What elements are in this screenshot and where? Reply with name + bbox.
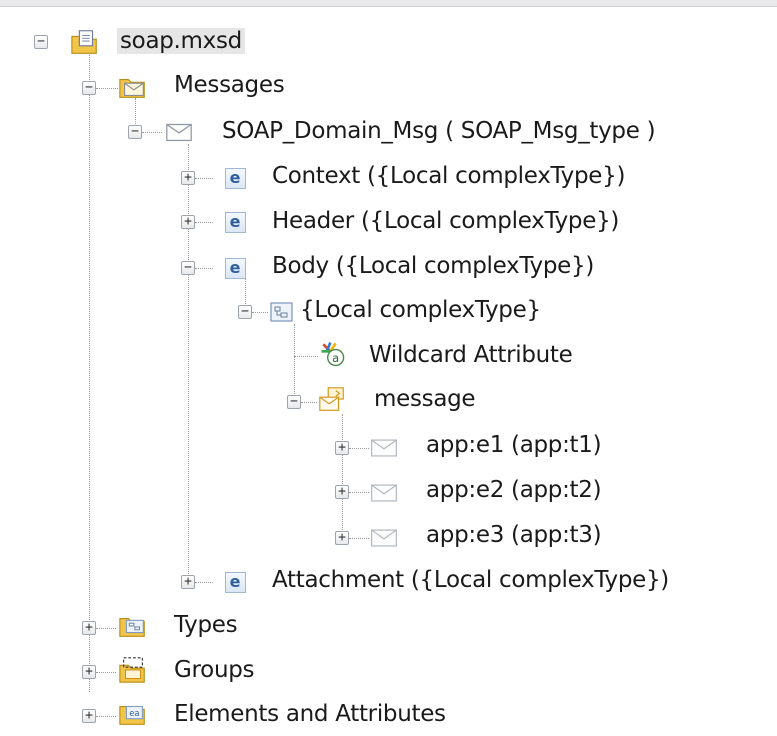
element-e-icon: e [220,164,250,192]
schema-tree-view: − soap.mxsd − Messages − SOAP_Domain_Msg… [0,0,777,736]
tree-connector [195,178,213,179]
tree-connector [96,716,116,717]
element-e-icon: e [220,254,250,282]
tree-item-label-e2[interactable]: app:e2 (app:t2) [426,477,602,503]
tree-item-label-e3[interactable]: app:e3 (app:t3) [426,522,602,548]
expand-toggle-attachment[interactable]: + [181,575,195,589]
tree-item-label-root[interactable]: soap.mxsd [117,28,245,54]
expand-toggle-e3[interactable]: + [335,531,349,545]
expand-toggle-groups[interactable]: + [82,665,96,679]
tree-item-label-local-type[interactable]: {Local complexType} [300,297,541,323]
tree-item-label-e1[interactable]: app:e1 (app:t1) [426,432,602,458]
svg-text:ea: ea [129,708,139,718]
element-e-icon: e [220,568,250,596]
tree-connector [96,672,116,673]
element-letter: e [224,211,246,233]
tree-item-label-body[interactable]: Body ({Local complexType}) [272,253,594,279]
expand-toggle-types[interactable]: + [82,621,96,635]
tree-connector [96,88,118,89]
schema-file-icon [70,28,100,56]
collapse-toggle-message[interactable]: − [287,395,301,409]
message-envelope-icon [164,118,194,146]
element-letter: e [224,167,246,189]
tree-connector [195,582,213,583]
collapse-toggle-messages[interactable]: − [82,81,96,95]
envelope-icon [369,434,399,462]
envelope-icon [369,524,399,552]
tree-item-label-message[interactable]: message [374,386,476,412]
tree-item-label-soap-msg[interactable]: SOAP_Domain_Msg ( SOAP_Msg_type ) [222,118,656,144]
tree-item-label-messages[interactable]: Messages [174,72,285,98]
tree-item-label-wildcard[interactable]: Wildcard Attribute [369,342,573,368]
tree-connector [349,538,369,539]
tree-connector [188,144,189,584]
tree-connector [89,52,90,692]
tree-connector [195,268,213,269]
tree-item-label-header[interactable]: Header ({Local complexType}) [272,208,619,234]
tree-item-label-context[interactable]: Context ({Local complexType}) [272,163,625,189]
tree-connector [349,492,369,493]
tree-connector [349,448,369,449]
complex-type-icon [266,298,296,326]
tree-item-label-types[interactable]: Types [174,612,238,638]
svg-text:a: a [332,351,339,365]
tree-connector [96,628,116,629]
tree-item-label-elements[interactable]: Elements and Attributes [174,701,446,727]
element-e-icon: e [220,208,250,236]
expand-toggle-e2[interactable]: + [335,485,349,499]
element-letter: e [224,571,246,593]
expand-toggle-context[interactable]: + [181,171,195,185]
tree-item-label-attachment[interactable]: Attachment ({Local complexType}) [272,567,669,593]
tree-connector [195,222,213,223]
collapse-toggle-body[interactable]: − [181,261,195,275]
expand-toggle-elements[interactable]: + [82,709,96,723]
elements-folder-icon: ea [118,700,148,728]
collapse-toggle-root[interactable]: − [34,35,48,49]
tree-connector [301,402,317,403]
element-letter: e [224,257,246,279]
message-group-icon [317,386,347,414]
types-folder-icon [118,612,148,640]
collapse-toggle-soap-msg[interactable]: − [128,125,142,139]
tree-item-label-groups[interactable]: Groups [174,657,255,683]
tree-connector [342,414,343,538]
tree-connector [142,132,162,133]
expand-toggle-e1[interactable]: + [335,441,349,455]
messages-folder-icon [118,73,148,101]
wildcard-attribute-icon: a [318,340,348,368]
groups-folder-icon [118,656,148,684]
envelope-icon [369,479,399,507]
tree-connector [294,356,318,357]
expand-toggle-header[interactable]: + [181,215,195,229]
collapse-toggle-local-type[interactable]: − [238,305,252,319]
